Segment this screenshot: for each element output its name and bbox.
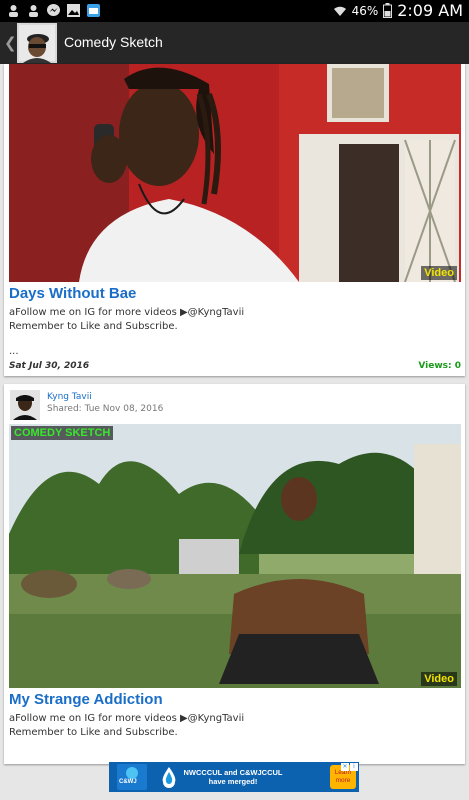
- post-title[interactable]: My Strange Addiction: [9, 691, 163, 708]
- video-badge: Video: [421, 672, 457, 686]
- messenger-icon: [47, 4, 60, 16]
- post-title[interactable]: Days Without Bae: [9, 285, 136, 302]
- wifi-icon: [333, 6, 346, 16]
- video-thumbnail[interactable]: COMEDY SKETCH Video: [9, 424, 461, 688]
- chevron-left-icon[interactable]: ❮: [4, 34, 17, 52]
- notification-icons: [6, 3, 101, 18]
- description-line: Remember to Like and Subscribe.: [9, 321, 178, 332]
- post-description: aFollow me on IG for more videos ▶@KyngT…: [9, 306, 244, 334]
- app-bar: ❮ Comedy Sketch: [0, 22, 469, 64]
- video-card[interactable]: Kyng Tavii Shared: Tue Nov 08, 2016 COME…: [4, 384, 465, 764]
- app-icon: [87, 4, 100, 17]
- status-bar: 46% 2:09 AM: [0, 0, 469, 22]
- video-thumbnail[interactable]: Video: [9, 64, 461, 282]
- person-icon: [29, 5, 38, 17]
- view-count: Views: 0: [418, 361, 461, 371]
- description-line: Remember to Like and Subscribe.: [9, 727, 178, 738]
- ad-logo-icon: [117, 764, 147, 790]
- page-title: Comedy Sketch: [64, 34, 163, 50]
- shared-date: Shared: Tue Nov 08, 2016: [47, 404, 164, 414]
- info-icon[interactable]: i: [350, 763, 358, 771]
- battery-percent: 46%: [351, 3, 379, 18]
- ad-banner[interactable]: C&WJ NWCCCUL and C&WJCCUL have merged! L…: [109, 762, 359, 792]
- post-date: Sat Jul 30, 2016: [9, 361, 90, 371]
- channel-overlay-label: COMEDY SKETCH: [11, 426, 114, 440]
- water-drop-icon: [162, 767, 176, 788]
- description-line: aFollow me on IG for more videos ▶@KyngT…: [9, 713, 245, 724]
- person-icon: [9, 5, 18, 17]
- battery-icon: [383, 3, 393, 18]
- status-right: 46% 2:09 AM: [333, 1, 463, 20]
- description-ellipsis: ...: [9, 346, 19, 357]
- clock: 2:09 AM: [397, 1, 463, 20]
- post-description: aFollow me on IG for more videos ▶@KyngT…: [9, 712, 244, 740]
- ad-text: NWCCCUL and C&WJCCUL have merged!: [183, 768, 283, 786]
- description-line: aFollow me on IG for more videos ▶@KyngT…: [9, 307, 245, 318]
- video-card[interactable]: Video Days Without Bae aFollow me on IG …: [4, 64, 465, 376]
- sharer-name[interactable]: Kyng Tavii: [47, 392, 92, 402]
- ad-logo-label: C&WJ: [119, 779, 137, 785]
- sharer-avatar[interactable]: [10, 390, 40, 420]
- video-badge: Video: [421, 266, 457, 280]
- photo-icon: [67, 4, 80, 17]
- channel-avatar[interactable]: [17, 23, 57, 63]
- close-icon[interactable]: ✕: [341, 763, 349, 771]
